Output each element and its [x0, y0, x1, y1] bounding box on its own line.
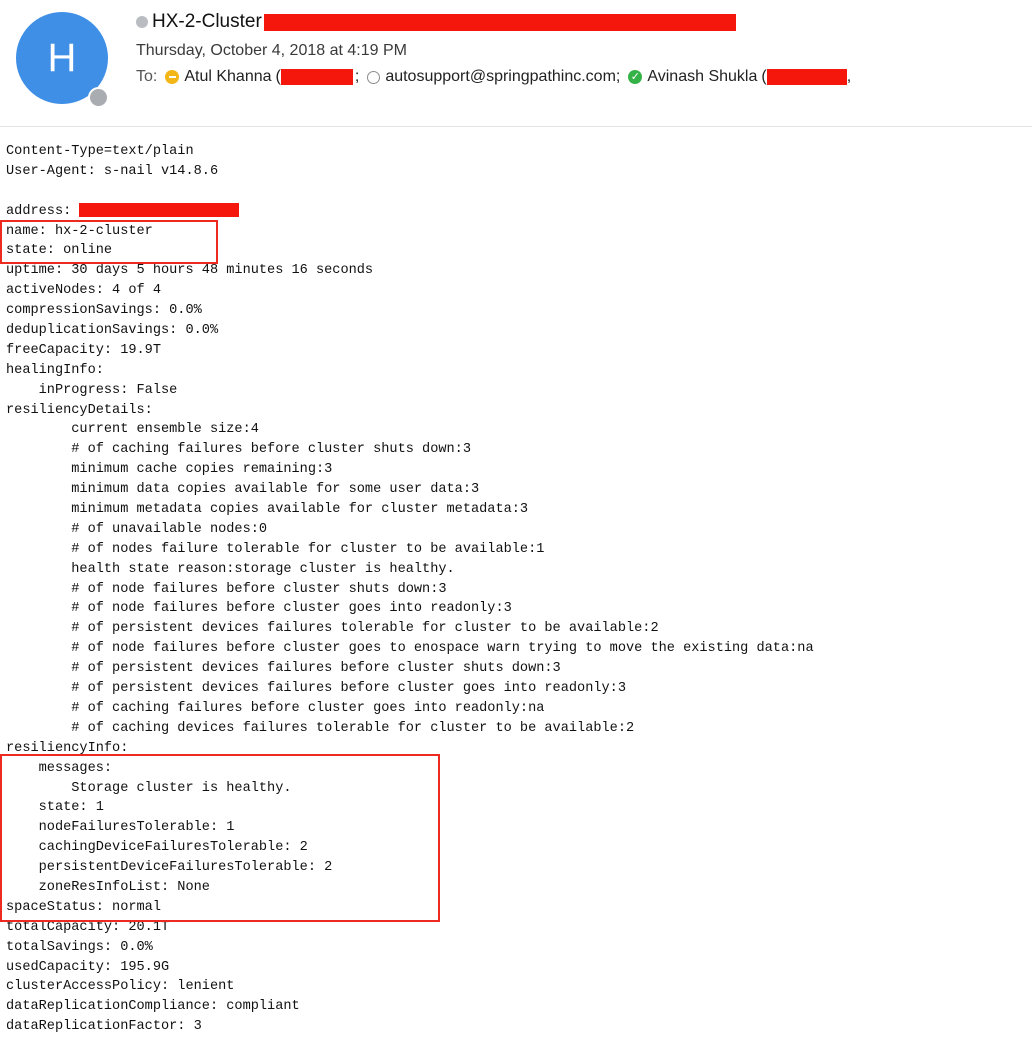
body-line: current ensemble size:4 — [6, 422, 259, 438]
body-line: nodeFailuresTolerable: 1 — [6, 820, 235, 836]
avatar-initial: H — [47, 35, 77, 80]
offline-status-icon — [367, 70, 381, 84]
body-line: freeCapacity: 19.9T — [6, 342, 161, 358]
body-line: cachingDeviceFailuresTolerable: 2 — [6, 840, 308, 856]
body-line: health state reason:storage cluster is h… — [6, 561, 455, 577]
body-line: healingInfo: — [6, 362, 104, 378]
subject-line: HX-2-Cluster — [136, 10, 736, 34]
body-line: # of caching devices failures tolerable … — [6, 720, 635, 736]
body-line: # of persistent devices failures tolerab… — [6, 621, 659, 637]
body-line: dataReplicationCompliance: compliant — [6, 999, 300, 1015]
unread-dot-icon — [136, 16, 148, 28]
body-line — [6, 182, 814, 202]
redaction-bar — [280, 69, 353, 85]
body-line: spaceStatus: normal — [6, 899, 161, 915]
body-line: # of caching failures before cluster shu… — [6, 442, 471, 458]
body-line: # of persistent devices failures before … — [6, 661, 561, 677]
body-line: name: hx-2-cluster — [6, 223, 153, 239]
to-label: To: — [136, 68, 158, 85]
body-line: minimum metadata copies available for cl… — [6, 502, 529, 518]
body-line: usedCapacity: 195.9G — [6, 959, 170, 975]
body-line: messages: — [6, 760, 113, 776]
body-line: Content-Type=text/plain — [6, 144, 194, 159]
body-line: state: online — [6, 243, 113, 259]
body-line: uptime: 30 days 5 hours 48 minutes 16 se… — [6, 263, 374, 279]
available-status-icon: ✓ — [628, 70, 643, 84]
body-line: totalSavings: 0.0% — [6, 939, 153, 955]
body-line: address: — [6, 202, 814, 222]
body-line: minimum data copies available for some u… — [6, 482, 480, 498]
body-line: dataReplicationFactor: 3 — [6, 1019, 202, 1035]
away-status-icon — [165, 70, 180, 84]
body-line: resiliencyDetails: — [6, 402, 153, 418]
body-line: zoneResInfoList: None — [6, 879, 210, 895]
body-line: deduplicationSavings: 0.0% — [6, 323, 219, 339]
redaction-bar — [79, 203, 240, 218]
recipient-name[interactable]: Avinash Shukla — [647, 68, 757, 86]
body-line: clusterAccessPolicy: lenient — [6, 979, 235, 995]
redaction-bar — [263, 13, 736, 31]
message-body: Content-Type=text/plain User-Agent: s-nai… — [6, 142, 814, 1037]
body-line: User-Agent: s-nail v14.8.6 — [6, 163, 219, 179]
body-line: # of node failures before cluster goes t… — [6, 641, 814, 657]
recipients-row: To: Atul Khanna ( ; autosupport@springpa… — [136, 68, 852, 86]
body-line: compressionSavings: 0.0% — [6, 303, 202, 319]
recipient-name[interactable]: Atul Khanna — [184, 68, 271, 86]
body-line: inProgress: False — [6, 382, 178, 398]
body-line: totalCapacity: 20.1T — [6, 919, 170, 935]
body-line: activeNodes: 4 of 4 — [6, 283, 161, 299]
message-date: Thursday, October 4, 2018 at 4:19 PM — [136, 42, 407, 59]
body-line: # of caching failures before cluster goe… — [6, 700, 545, 716]
header-divider — [0, 126, 1032, 127]
body-line: minimum cache copies remaining:3 — [6, 462, 333, 478]
body-line: state: 1 — [6, 800, 104, 816]
body-line: Storage cluster is healthy. — [6, 780, 292, 796]
body-line: # of node failures before cluster goes i… — [6, 601, 512, 617]
body-line: persistentDeviceFailuresTolerable: 2 — [6, 860, 333, 876]
recipient-name[interactable]: autosupport@springpathinc.com; — [385, 68, 620, 86]
body-line: # of persistent devices failures before … — [6, 681, 626, 697]
message-subject: HX-2-Cluster — [152, 11, 262, 32]
body-line: # of node failures before cluster shuts … — [6, 581, 447, 597]
message-header: H HX-2-Cluster Thursday, October 4, 2018… — [0, 0, 1032, 128]
body-line: resiliencyInfo: — [6, 740, 129, 756]
body-line: # of nodes failure tolerable for cluster… — [6, 541, 545, 557]
redaction-bar — [766, 69, 847, 85]
presence-status-icon — [88, 87, 109, 108]
body-line: # of unavailable nodes:0 — [6, 521, 268, 537]
